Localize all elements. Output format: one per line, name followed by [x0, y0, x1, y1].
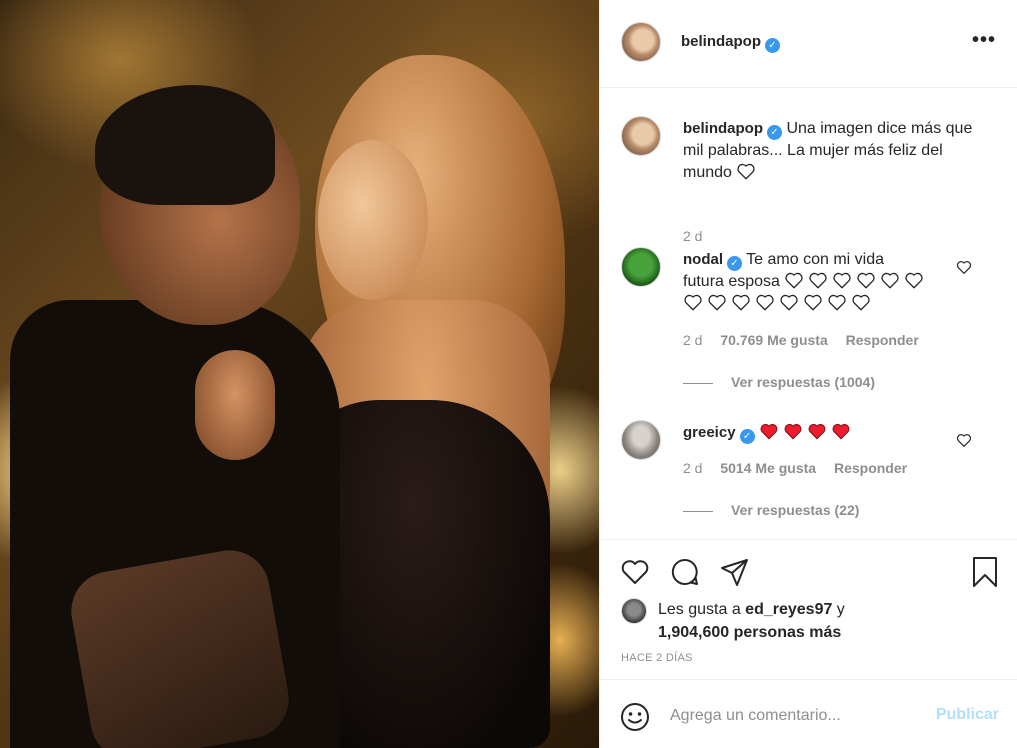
verified-badge-icon: ✓	[739, 429, 755, 444]
header-username[interactable]: belindapop	[681, 33, 761, 50]
comment-meta: 2 d 5014 Me gusta Responder	[683, 460, 921, 476]
heart-outline-icon	[785, 272, 804, 289]
red-heart-icon	[784, 424, 802, 440]
reply-button[interactable]: Responder	[834, 460, 907, 476]
comment-greeicy: greeicy ✓ 2 d 5014 Me gusta Responder Ver…	[621, 420, 1001, 530]
comment-text-block: nodal ✓ Te amo con mi vida futura esposa	[683, 249, 983, 315]
replies-divider	[683, 382, 713, 384]
red-heart-icon	[832, 424, 850, 440]
caption-username[interactable]: belindapop	[683, 120, 763, 137]
comment-meta: 2 d 70.769 Me gusta Responder	[683, 332, 933, 348]
post-side-panel: belindapop ✓ ••• belindapop ✓ Una imagen d…	[599, 0, 1017, 748]
heart-outline-icon	[852, 294, 870, 311]
heart-outline-icon	[857, 272, 876, 289]
more-options-icon[interactable]: •••	[972, 30, 996, 50]
verified-badge-icon: ✓	[765, 38, 780, 53]
add-comment-bar: Publicar	[600, 679, 1017, 748]
comment-input[interactable]	[670, 702, 920, 730]
comment-text-block: greeicy ✓	[683, 422, 983, 444]
view-replies-button[interactable]: Ver respuestas (1004)	[683, 374, 875, 390]
heart-icon[interactable]	[619, 556, 651, 588]
heart-outline-icon	[881, 272, 900, 289]
view-replies-label: Ver respuestas (1004)	[731, 374, 875, 390]
comment-nodal: nodal ✓ Te amo con mi vida futura esposa …	[621, 247, 1001, 397]
post-actions: Les gusta a ed_reyes97 y 1,904,600 perso…	[600, 539, 1017, 679]
emoji-icon[interactable]	[620, 702, 650, 732]
heart-outline-icon	[737, 163, 756, 180]
comment-text-line1: Te amo con mi vida	[746, 251, 884, 268]
heart-outline-icon	[905, 272, 924, 289]
avatar[interactable]	[621, 22, 661, 62]
comment-username[interactable]: greeicy	[683, 424, 736, 441]
comment-text-line2: futura esposa	[683, 273, 780, 290]
reply-button[interactable]: Responder	[846, 332, 919, 348]
likes-count[interactable]: 1,904,600 personas más	[658, 624, 841, 641]
photo-man-tattooed-arm	[65, 544, 295, 748]
likes-prefix: Les gusta a	[658, 601, 746, 618]
heart-outline-icon	[833, 272, 852, 289]
caption-timestamp: 2 d	[683, 228, 703, 244]
likes-summary: Les gusta a ed_reyes97 y 1,904,600 perso…	[658, 598, 845, 644]
heart-outline-icon	[732, 294, 750, 311]
verified-badge-icon: ✓	[767, 125, 782, 140]
heart-outline-icon	[804, 294, 822, 311]
photo-man-hair	[95, 85, 275, 205]
publish-button[interactable]: Publicar	[936, 706, 999, 724]
avatar[interactable]	[621, 247, 661, 287]
view-replies-button[interactable]: Ver respuestas (22)	[683, 502, 859, 518]
comment-likes[interactable]: 5014 Me gusta	[720, 460, 816, 476]
red-heart-icon	[760, 424, 778, 440]
liker-avatar[interactable]	[621, 598, 647, 624]
comment-timestamp: 2 d	[683, 332, 703, 348]
heart-outline-icon	[780, 294, 798, 311]
comments-section: belindapop ✓ Una imagen dice más que mil …	[600, 89, 1017, 539]
liker-username[interactable]: ed_reyes97	[745, 601, 832, 618]
comment-likes[interactable]: 70.769 Me gusta	[720, 332, 827, 348]
like-comment-heart-icon[interactable]	[956, 432, 972, 448]
comment-username[interactable]: nodal	[683, 251, 723, 268]
bookmark-icon[interactable]	[969, 556, 1001, 588]
heart-outline-group	[784, 272, 928, 290]
post-header: belindapop ✓ •••	[600, 0, 1017, 88]
view-replies-label: Ver respuestas (22)	[731, 502, 860, 518]
avatar[interactable]	[621, 116, 661, 156]
like-comment-heart-icon[interactable]	[956, 259, 972, 275]
verified-badge-icon: ✓	[727, 256, 742, 271]
photo-woman-face	[318, 140, 428, 300]
photo-hand-with-ring	[195, 350, 275, 460]
comment-icon[interactable]	[669, 556, 701, 588]
caption: belindapop ✓ Una imagen dice más que mil …	[621, 116, 1001, 244]
post-photo[interactable]	[0, 0, 599, 748]
header-user: belindapop ✓	[681, 33, 780, 53]
avatar[interactable]	[621, 420, 661, 460]
likes-joiner: y	[832, 601, 845, 618]
share-icon[interactable]	[719, 556, 751, 588]
heart-outline-icon	[708, 294, 726, 311]
heart-outline-icon	[684, 294, 702, 311]
heart-outline-icon	[828, 294, 846, 311]
caption-text-block: belindapop ✓ Una imagen dice más que mil …	[683, 118, 983, 184]
red-heart-group	[759, 424, 855, 441]
replies-divider	[683, 510, 713, 512]
comment-timestamp: 2 d	[683, 460, 703, 476]
red-heart-icon	[808, 424, 826, 440]
heart-outline-group	[683, 294, 875, 312]
post-timestamp[interactable]: HACE 2 DÍAS	[621, 652, 693, 664]
heart-outline-icon	[756, 294, 774, 311]
heart-outline-icon	[809, 272, 828, 289]
caption-time: 2 d	[683, 228, 716, 244]
